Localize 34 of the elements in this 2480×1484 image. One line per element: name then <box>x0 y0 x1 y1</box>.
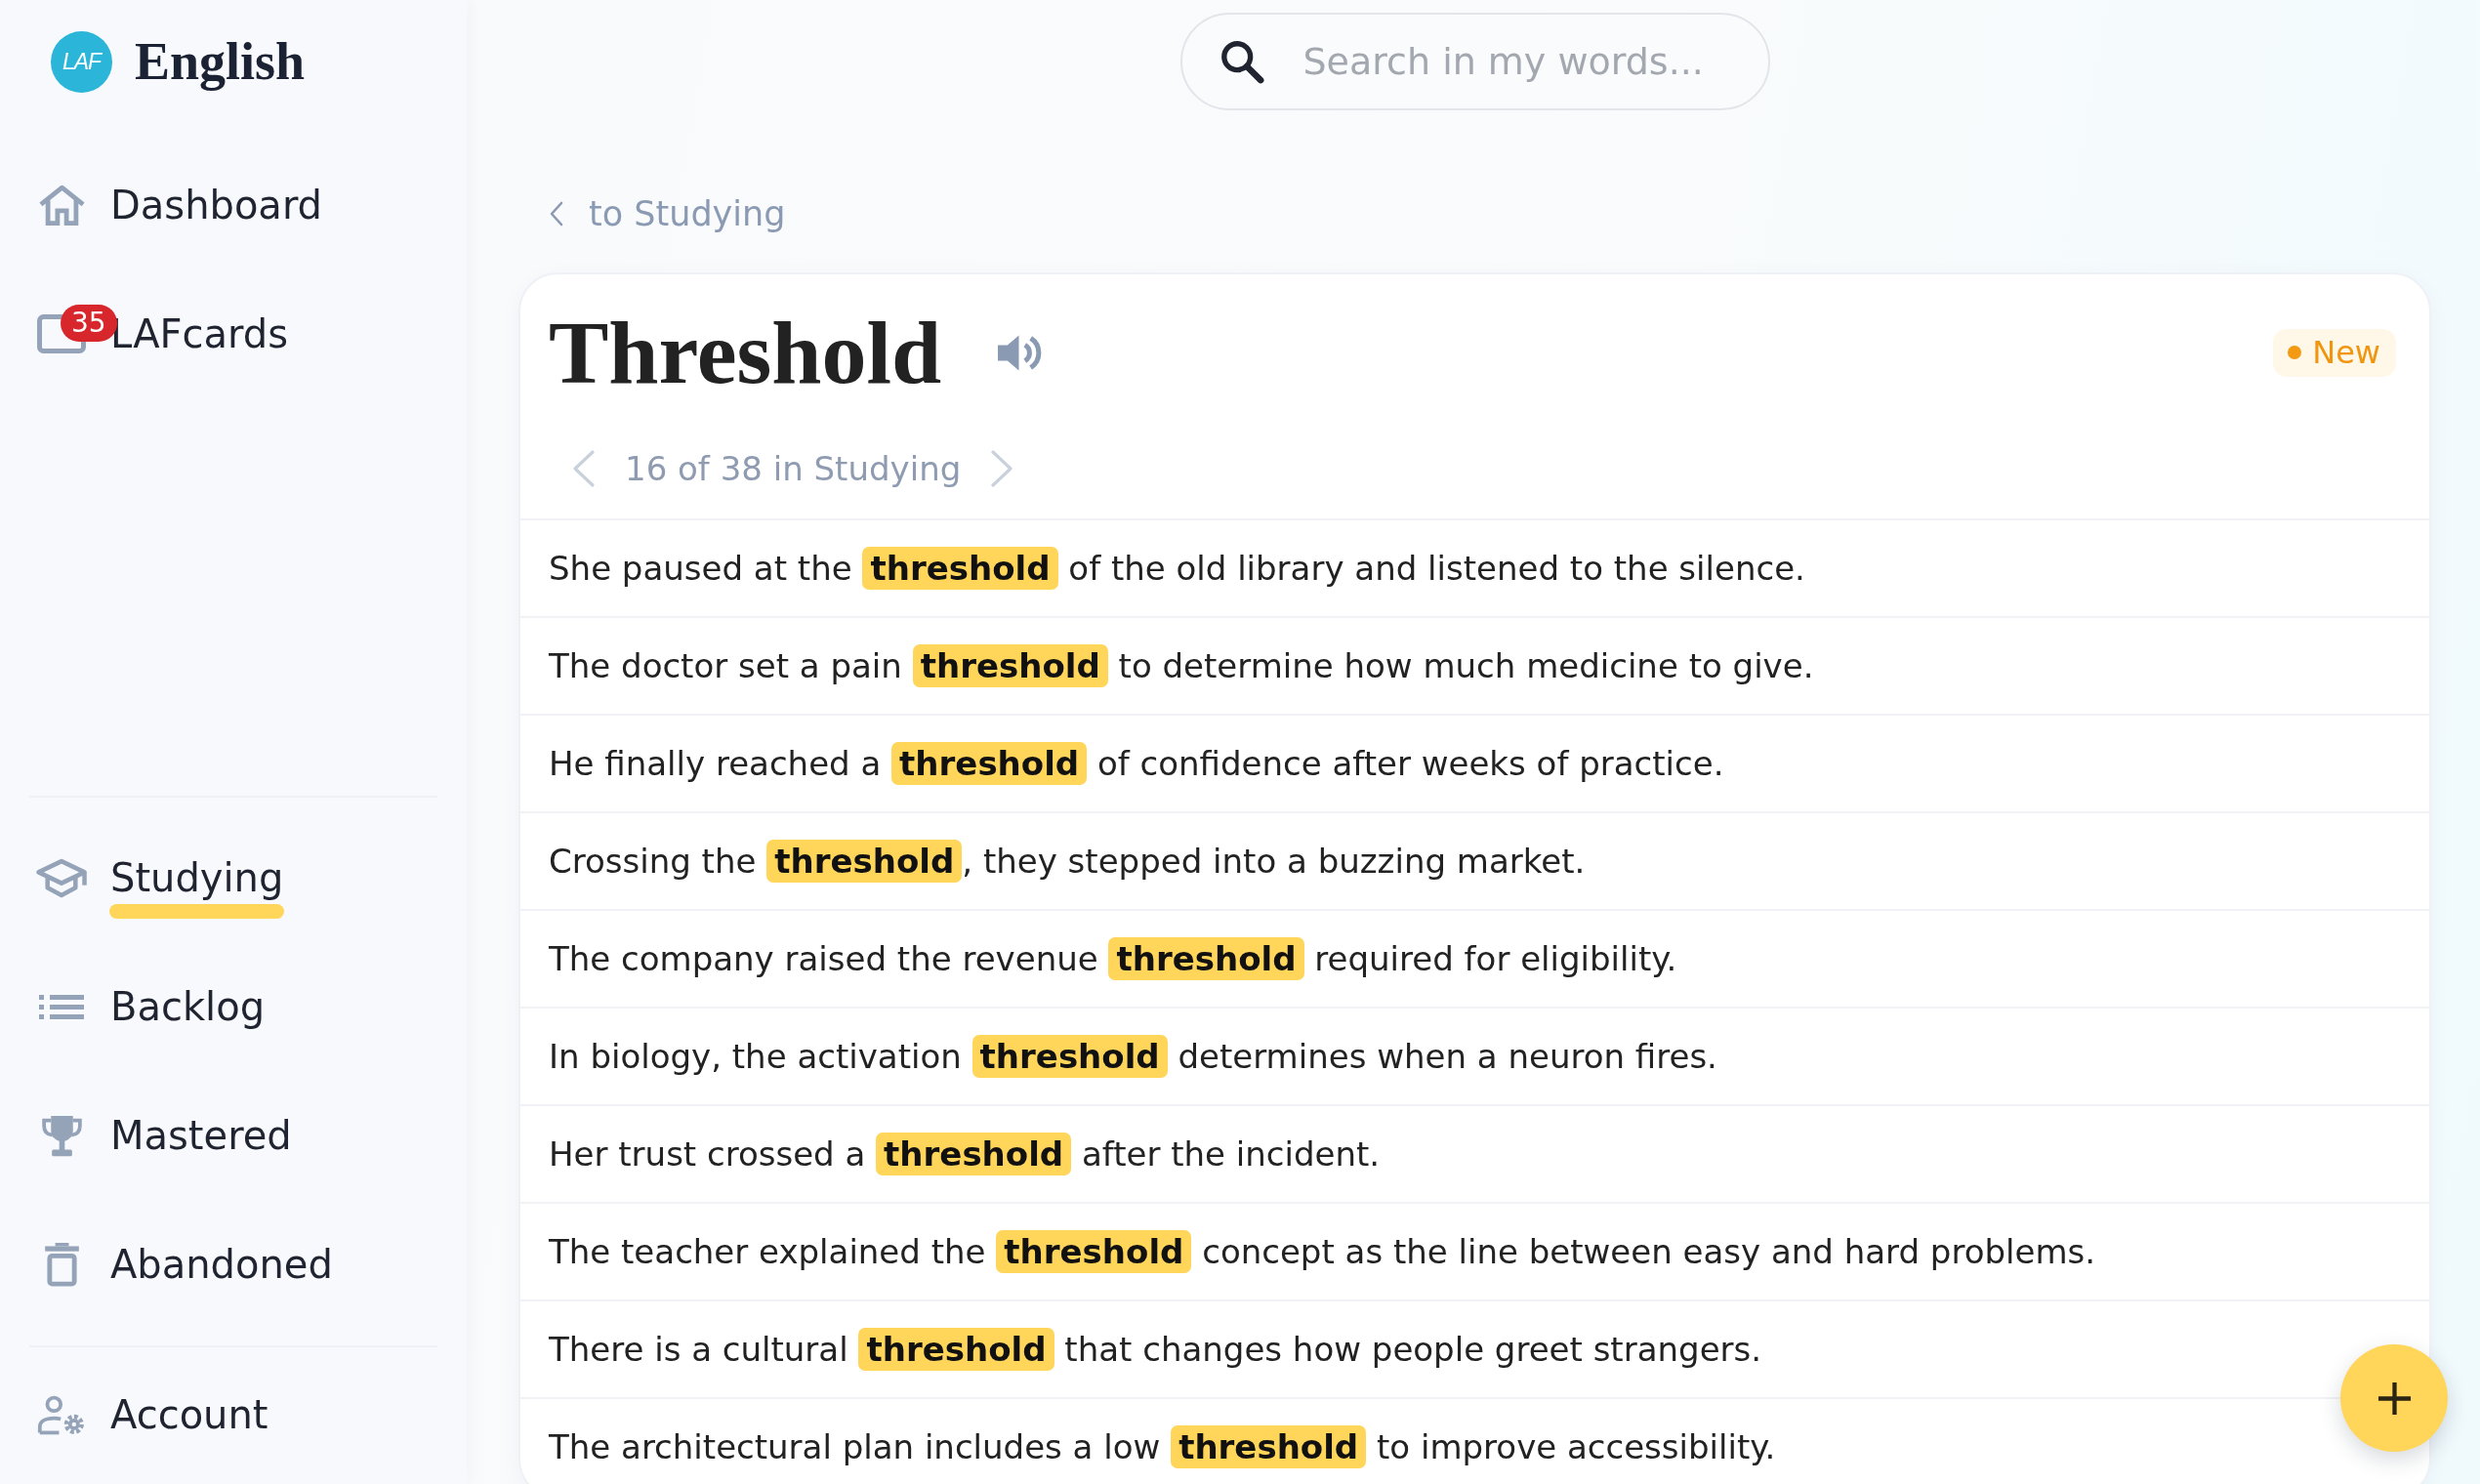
nav-link[interactable]: Account <box>29 1372 276 1458</box>
example-sentence: Crossing the threshold, they stepped into a buzzing market. <box>549 842 1586 881</box>
nav-link[interactable]: Abandoned <box>29 1221 341 1307</box>
trash-icon <box>44 1242 79 1287</box>
trophy-icon <box>39 1113 84 1158</box>
pager-label: 16 of 38 in Studying <box>625 449 962 488</box>
nav-link[interactable]: Dashboard <box>29 162 330 248</box>
nav-link[interactable]: Mastered <box>29 1092 300 1178</box>
next-button[interactable] <box>990 449 1015 488</box>
chevron-left-icon <box>549 200 564 227</box>
plus-icon <box>2377 1381 2412 1416</box>
example-sentence: There is a cultural threshold that changes how people greet strangers. <box>549 1330 1762 1369</box>
status-label: New <box>2312 334 2380 371</box>
chevron-left-icon <box>571 449 596 488</box>
example-sentence: The company raised the revenue threshold required for eligibility. <box>549 939 1677 978</box>
example-sentence: She paused at the threshold of the old library and listened to the silence. <box>549 549 1805 588</box>
example-sentence: Her trust crossed a threshold after the incident. <box>549 1134 1381 1174</box>
app-logo: LAF <box>51 30 112 93</box>
house-icon <box>37 185 86 226</box>
previous-button[interactable] <box>571 449 596 488</box>
status-dot-icon <box>2288 346 2302 359</box>
example-sentence: He finally reached a threshold of confidence after weeks of practice. <box>549 744 1724 783</box>
nav-link[interactable]: Studying <box>29 835 292 921</box>
word-title: Threshold <box>549 308 942 397</box>
user-gear-icon <box>37 1394 86 1435</box>
list-icon <box>39 994 84 1019</box>
example-sentence: In biology, the activation threshold determines when a neuron fires. <box>549 1037 1717 1076</box>
chevron-right-icon <box>990 449 1015 488</box>
search-icon <box>1219 39 1264 84</box>
search-field[interactable]: Search in my words... <box>1179 13 1770 110</box>
nav-link[interactable]: Backlog <box>29 964 273 1050</box>
example-sentence: The teacher explained the threshold concept as the line between easy and hard problems. <box>549 1232 2096 1271</box>
example-sentence: The architectural plan includes a low threshold to improve accessibility. <box>549 1427 1776 1466</box>
example-sentence: The doctor set a pain threshold to determine how much medicine to give. <box>549 646 1814 685</box>
